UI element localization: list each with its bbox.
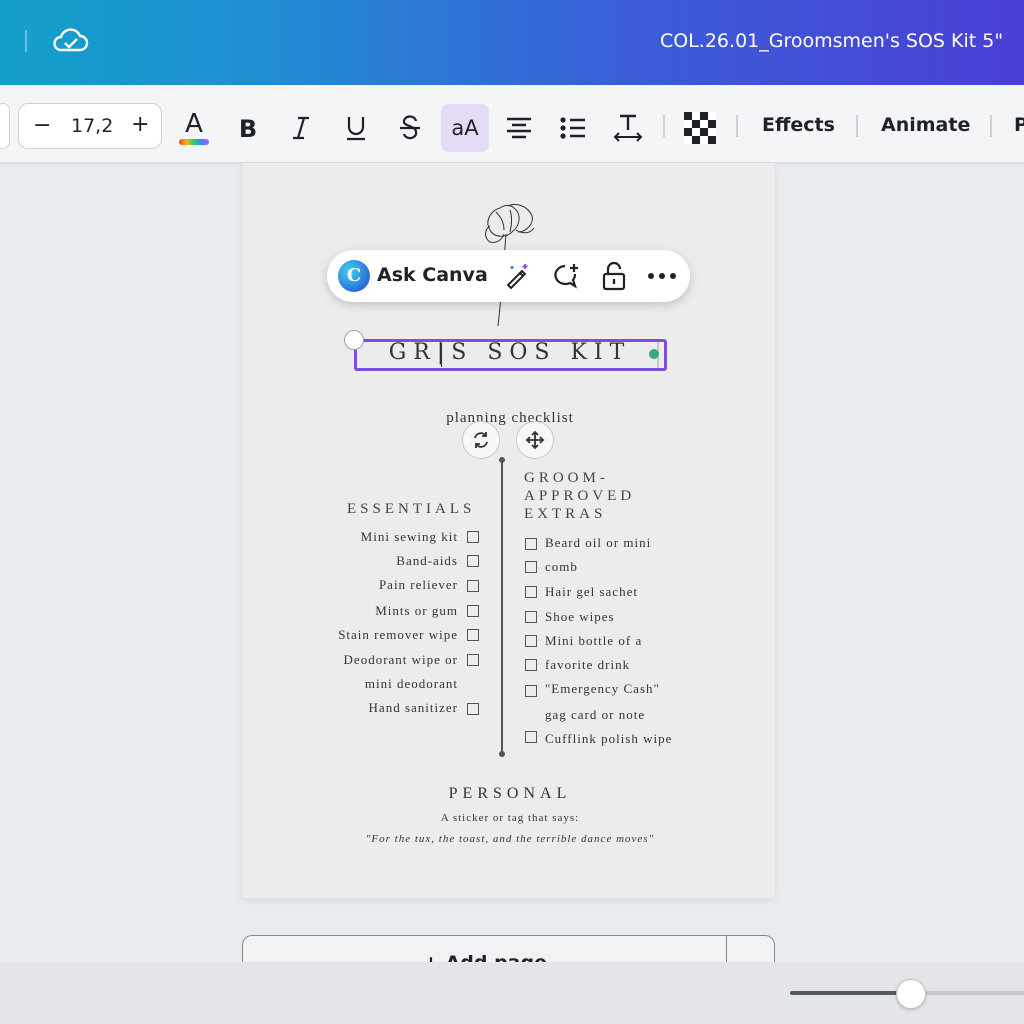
font-size-stepper[interactable]: − 17,2 +: [18, 103, 162, 149]
checkbox[interactable]: [467, 531, 479, 543]
underline-button[interactable]: [333, 105, 379, 151]
collaborator-dot: [649, 349, 659, 359]
essentials-item[interactable]: Mini sewing kit: [361, 529, 458, 545]
animate-button[interactable]: Animate: [881, 114, 970, 136]
increase-font-size-button[interactable]: +: [131, 112, 149, 137]
letter-case-button[interactable]: aA: [441, 104, 489, 152]
extras-item[interactable]: Mini bottle of a: [545, 633, 642, 649]
checkbox[interactable]: [525, 731, 537, 743]
extras-item[interactable]: Hair gel sachet: [545, 584, 638, 600]
extras-item[interactable]: Beard oil or mini: [545, 535, 651, 551]
essentials-item[interactable]: Mints or gum: [375, 603, 458, 619]
ask-canva-toolbar: C Ask Canva: [327, 250, 690, 302]
checkbox[interactable]: [525, 538, 537, 550]
checkbox[interactable]: [467, 605, 479, 617]
effects-button[interactable]: Effects: [762, 114, 835, 136]
header-divider: [25, 30, 27, 52]
bold-icon: B: [239, 115, 257, 141]
spacing-button[interactable]: [605, 105, 651, 151]
column-divider: [501, 460, 503, 755]
strikethrough-button[interactable]: [387, 105, 433, 151]
toolbar-divider: [736, 115, 738, 137]
lock-icon[interactable]: [598, 260, 630, 292]
checkbox[interactable]: [467, 555, 479, 567]
design-subheading[interactable]: planning checklist: [380, 410, 640, 427]
extras-item[interactable]: comb: [545, 559, 578, 575]
checkbox[interactable]: [467, 654, 479, 666]
extras-heading-line[interactable]: APPROVED: [524, 487, 635, 505]
document-title[interactable]: COL.26.01_Groomsmen's SOS Kit 5": [660, 30, 1003, 52]
essentials-item[interactable]: Deodorant wipe or: [344, 652, 458, 668]
personal-line[interactable]: A sticker or tag that says:: [330, 812, 690, 824]
rotate-handle[interactable]: [462, 421, 500, 459]
toolbar-divider: [856, 115, 858, 137]
align-center-button[interactable]: [496, 105, 542, 151]
strikethrough-icon: [400, 115, 420, 140]
align-center-icon: [507, 117, 531, 139]
canva-ai-logo[interactable]: C: [338, 260, 370, 292]
toolbar-divider: [663, 115, 665, 137]
move-icon: [525, 430, 545, 450]
letter-case-label: aA: [451, 116, 479, 140]
decrease-font-size-button[interactable]: −: [33, 113, 51, 138]
extras-heading-line[interactable]: EXTRAS: [524, 505, 606, 523]
text-color-button[interactable]: A: [171, 105, 217, 151]
divider-end-dot: [499, 751, 505, 757]
top-header: COL.26.01_Groomsmen's SOS Kit 5": [0, 0, 1024, 85]
checkbox[interactable]: [525, 685, 537, 697]
add-comment-icon[interactable]: [550, 260, 582, 292]
essentials-item[interactable]: Hand sanitizer: [369, 700, 458, 716]
checkbox[interactable]: [525, 611, 537, 623]
checkbox[interactable]: [467, 629, 479, 641]
bullet-list-button[interactable]: [550, 105, 596, 151]
checkbox[interactable]: [467, 580, 479, 592]
text-color-letter: A: [185, 109, 203, 139]
essentials-item[interactable]: mini deodorant: [365, 676, 458, 692]
cloud-saved-icon[interactable]: [52, 24, 90, 56]
extras-item[interactable]: Cufflink polish wipe: [545, 731, 672, 747]
personal-quote[interactable]: "For the tux, the toast, and the terribl…: [330, 833, 690, 845]
transparency-checker-icon: [684, 112, 716, 144]
font-size-value[interactable]: 17,2: [71, 115, 113, 137]
italic-icon: [293, 116, 309, 140]
extras-item[interactable]: favorite drink: [545, 657, 630, 673]
ask-canva-button[interactable]: Ask Canva: [377, 264, 488, 286]
bullet-list-icon: [560, 117, 585, 139]
essentials-item[interactable]: Band-aids: [396, 553, 458, 569]
more-options-icon[interactable]: [646, 260, 678, 292]
essentials-item[interactable]: Stain remover wipe: [338, 627, 458, 643]
extras-heading-line[interactable]: GROOM-: [524, 469, 609, 487]
checkbox[interactable]: [525, 635, 537, 647]
toolbar-divider: [990, 115, 992, 137]
position-button-partial[interactable]: P: [1014, 114, 1024, 136]
checkbox[interactable]: [525, 659, 537, 671]
resize-handle-left[interactable]: [344, 330, 364, 350]
bold-button[interactable]: B: [225, 105, 271, 151]
essentials-item[interactable]: Pain reliever: [379, 577, 458, 593]
zoom-slider-fill: [790, 991, 910, 995]
svg-text:B: B: [239, 115, 257, 141]
italic-button[interactable]: [278, 105, 324, 151]
font-family-dropdown-edge[interactable]: [0, 103, 10, 149]
personal-heading[interactable]: PERSONAL: [380, 785, 640, 803]
checkbox[interactable]: [467, 703, 479, 715]
checkbox[interactable]: [525, 561, 537, 573]
underline-icon: [347, 117, 365, 141]
extras-item[interactable]: gag card or note: [545, 707, 645, 723]
transparency-button[interactable]: [677, 105, 723, 151]
zoom-slider-thumb[interactable]: [896, 979, 926, 1009]
move-handle[interactable]: [516, 421, 554, 459]
extras-item[interactable]: Shoe wipes: [545, 609, 615, 625]
essentials-heading[interactable]: ESSENTIALS: [347, 500, 475, 518]
extras-item[interactable]: "Emergency Cash": [545, 681, 660, 697]
design-heading[interactable]: GR|S SOS KIT: [356, 340, 664, 365]
divider-end-dot: [499, 457, 505, 463]
checkbox[interactable]: [525, 586, 537, 598]
rotate-icon: [474, 432, 488, 448]
text-spacing-icon: [613, 114, 643, 142]
magic-write-icon[interactable]: [501, 260, 533, 292]
text-cursor: [441, 343, 442, 367]
